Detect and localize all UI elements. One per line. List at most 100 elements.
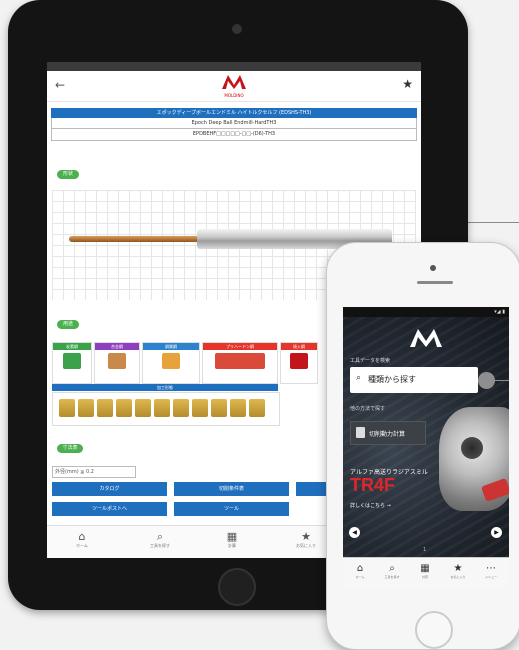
tab-home[interactable]: ⌂ ホーム [67,530,97,549]
tool-button[interactable]: ツール [174,502,289,516]
cutter-bore [461,437,483,459]
dimension-filter-field[interactable]: 外径(mm) ≦ 0.2 [52,466,136,478]
iphone-camera [430,265,436,271]
machining-icon[interactable] [97,399,113,417]
material-category-row: 炭素鋼 合金鋼 調質鋼 プリハードン鋼 焼入鋼 [52,342,318,384]
carousel-next-icon[interactable]: ▶ [491,527,502,538]
category-icon [290,353,308,369]
section-pill-material: 用途 [57,320,79,329]
category-label: プリハードン鋼 [203,343,277,350]
tab-search[interactable]: ⌕ 工具を探す [145,530,175,549]
logo-text: MOLDINO [224,93,244,98]
tool-post-button[interactable]: ツールポストへ [52,502,167,516]
ipad-status-bar [47,62,421,71]
other-search-link[interactable]: 他の方法で探す [350,405,385,412]
brand-logo: MOLDINO [219,74,249,98]
carousel-prev-icon[interactable]: ◀ [349,527,360,538]
category-item[interactable]: 炭素鋼 [52,342,92,384]
search-placeholder: 種類から探す [368,375,416,384]
search-section-label: 工具データを検索 [350,358,391,364]
category-label: 調質鋼 [143,343,199,350]
machining-icon[interactable] [249,399,265,417]
machining-icon[interactable] [192,399,208,417]
machining-type-label: 加工形態 [52,384,278,391]
callout-line [495,380,509,381]
tab-label: メニュー [484,575,497,579]
more-icon: ⋯ [486,563,496,574]
tab-label: 計算 [228,543,236,548]
cutting-power-calc-button[interactable]: 切削動力計算 [350,421,426,445]
tab-calc[interactable]: ▦ 計算 [411,562,439,579]
tab-favorites[interactable]: ★ お気に入り [444,562,472,579]
category-item[interactable]: 調質鋼 [142,342,200,384]
home-icon: ⌂ [356,563,364,574]
tab-label: ホーム [355,575,365,579]
product-code: EPDBEHF□□□□□-□□-(D6)-TH3 [51,129,417,141]
category-label: 合金鋼 [95,343,139,350]
category-label: 炭素鋼 [53,343,91,350]
section-pill-dimensions: 寸法表 [57,444,83,453]
category-icon [162,353,180,369]
tab-label: ホーム [76,543,88,548]
ipad-nav-bar: ← MOLDINO ★ [47,71,421,102]
product-title-bar: エポックディープボールエンドミル ハイトルクセルフ (EDSHS-TH3) [51,108,417,118]
phone-status-bar: ▾◢ ▮ [343,307,509,317]
brand-logo-icon [410,329,442,347]
carousel-pager: 1 [423,547,427,553]
callout-dot [478,372,495,389]
machining-icon[interactable] [135,399,151,417]
calculator-icon: ▦ [226,530,238,543]
tab-favorites[interactable]: ★ お気に入り [291,530,321,549]
machining-icon[interactable] [59,399,75,417]
home-icon: ⌂ [78,530,86,543]
logo-mark-icon [222,75,246,89]
iphone-screen: ▾◢ ▮ 工具データを検索 ⌕ 種類から探す 他の方法で探す 切削動力計算 アル… [343,307,509,589]
promo-details-link[interactable]: 詳しくはこちら → [350,502,391,509]
tab-home[interactable]: ⌂ ホーム [346,562,374,579]
tool-neck [69,236,199,242]
favorite-star-icon[interactable]: ★ [402,77,413,91]
phone-tab-bar: ⌂ ホーム ⌕ 工具を探す ▦ 計算 ★ お気に入り ⋯ メニュー [343,557,509,589]
category-icon [63,353,81,369]
star-icon: ★ [453,563,463,574]
category-item[interactable]: プリハードン鋼 [202,342,278,384]
machining-icon[interactable] [116,399,132,417]
tab-label: お気に入り [296,543,316,548]
category-icon [215,353,265,369]
back-arrow-icon[interactable]: ← [55,78,65,92]
ipad-home-button[interactable] [218,568,256,606]
section-pill-shape: 形状 [57,170,79,179]
calc-button-label: 切削動力計算 [369,431,406,438]
search-icon: ⌕ [156,530,164,543]
calculator-icon: ▦ [420,563,430,574]
iphone-speaker [417,281,453,284]
search-icon: ⌕ [356,373,362,383]
category-item[interactable]: 合金鋼 [94,342,140,384]
tool-type-search-field[interactable]: ⌕ 種類から探す [350,367,478,393]
cutting-conditions-button[interactable]: 切削条件表 [174,482,289,496]
category-item[interactable]: 焼入鋼 [280,342,318,384]
tab-label: 工具を探す [384,575,400,579]
tab-calc[interactable]: ▦ 計算 [217,530,247,549]
tab-label: 計算 [421,575,428,579]
search-icon: ⌕ [389,563,395,574]
machining-icon[interactable] [230,399,246,417]
tab-label: 工具を探す [150,543,170,548]
machining-icon[interactable] [211,399,227,417]
category-label: 焼入鋼 [281,343,317,350]
ipad-camera [232,24,242,34]
category-icon [108,353,126,369]
calculator-icon [356,427,365,438]
tab-search[interactable]: ⌕ 工具を探す [378,562,406,579]
star-icon: ★ [301,530,311,543]
tab-menu[interactable]: ⋯ メニュー [477,562,505,579]
machining-icon[interactable] [154,399,170,417]
machining-type-strip [52,392,280,426]
iphone-home-button[interactable] [415,611,453,649]
machining-icon[interactable] [173,399,189,417]
promo-product-name: TR4F [350,475,395,495]
catalog-button[interactable]: カタログ [52,482,167,496]
iphone-device: ▾◢ ▮ 工具データを検索 ⌕ 種類から探す 他の方法で探す 切削動力計算 アル… [326,242,519,650]
tab-label: お気に入り [450,575,466,579]
machining-icon[interactable] [78,399,94,417]
